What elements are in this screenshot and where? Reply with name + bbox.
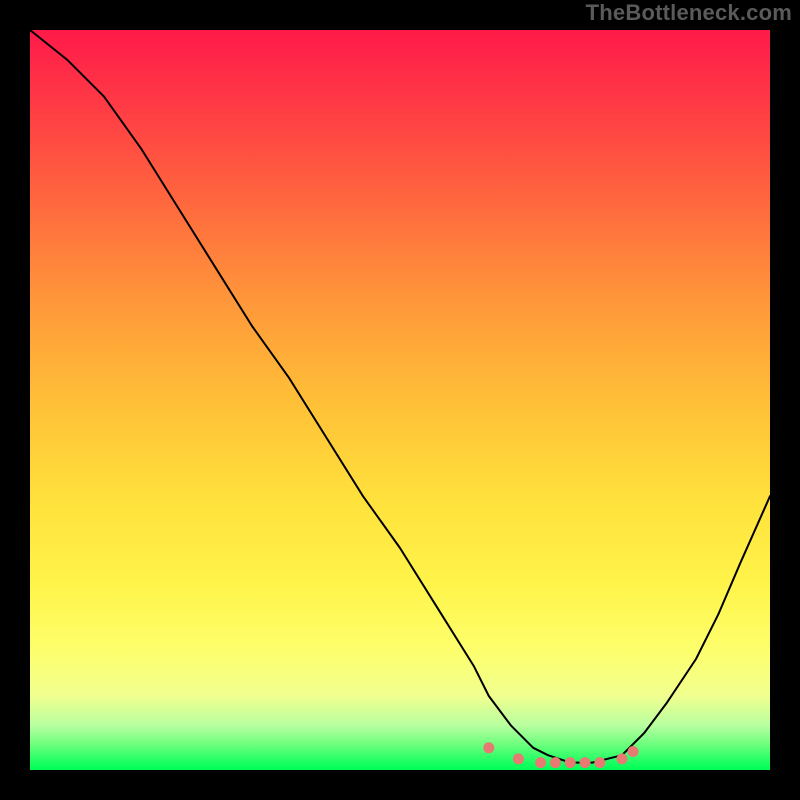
- marker-point: [550, 757, 561, 768]
- optimal-range-markers: [483, 742, 638, 768]
- marker-point: [565, 757, 576, 768]
- marker-point: [580, 757, 591, 768]
- chart-container: TheBottleneck.com: [0, 0, 800, 800]
- marker-point: [535, 757, 546, 768]
- marker-point: [628, 746, 639, 757]
- plot-area: [30, 30, 770, 770]
- curve-layer: [30, 30, 770, 770]
- marker-point: [594, 757, 605, 768]
- marker-point: [617, 753, 628, 764]
- marker-point: [483, 742, 494, 753]
- bottleneck-curve: [30, 30, 770, 763]
- marker-point: [513, 753, 524, 764]
- watermark-text: TheBottleneck.com: [586, 0, 792, 26]
